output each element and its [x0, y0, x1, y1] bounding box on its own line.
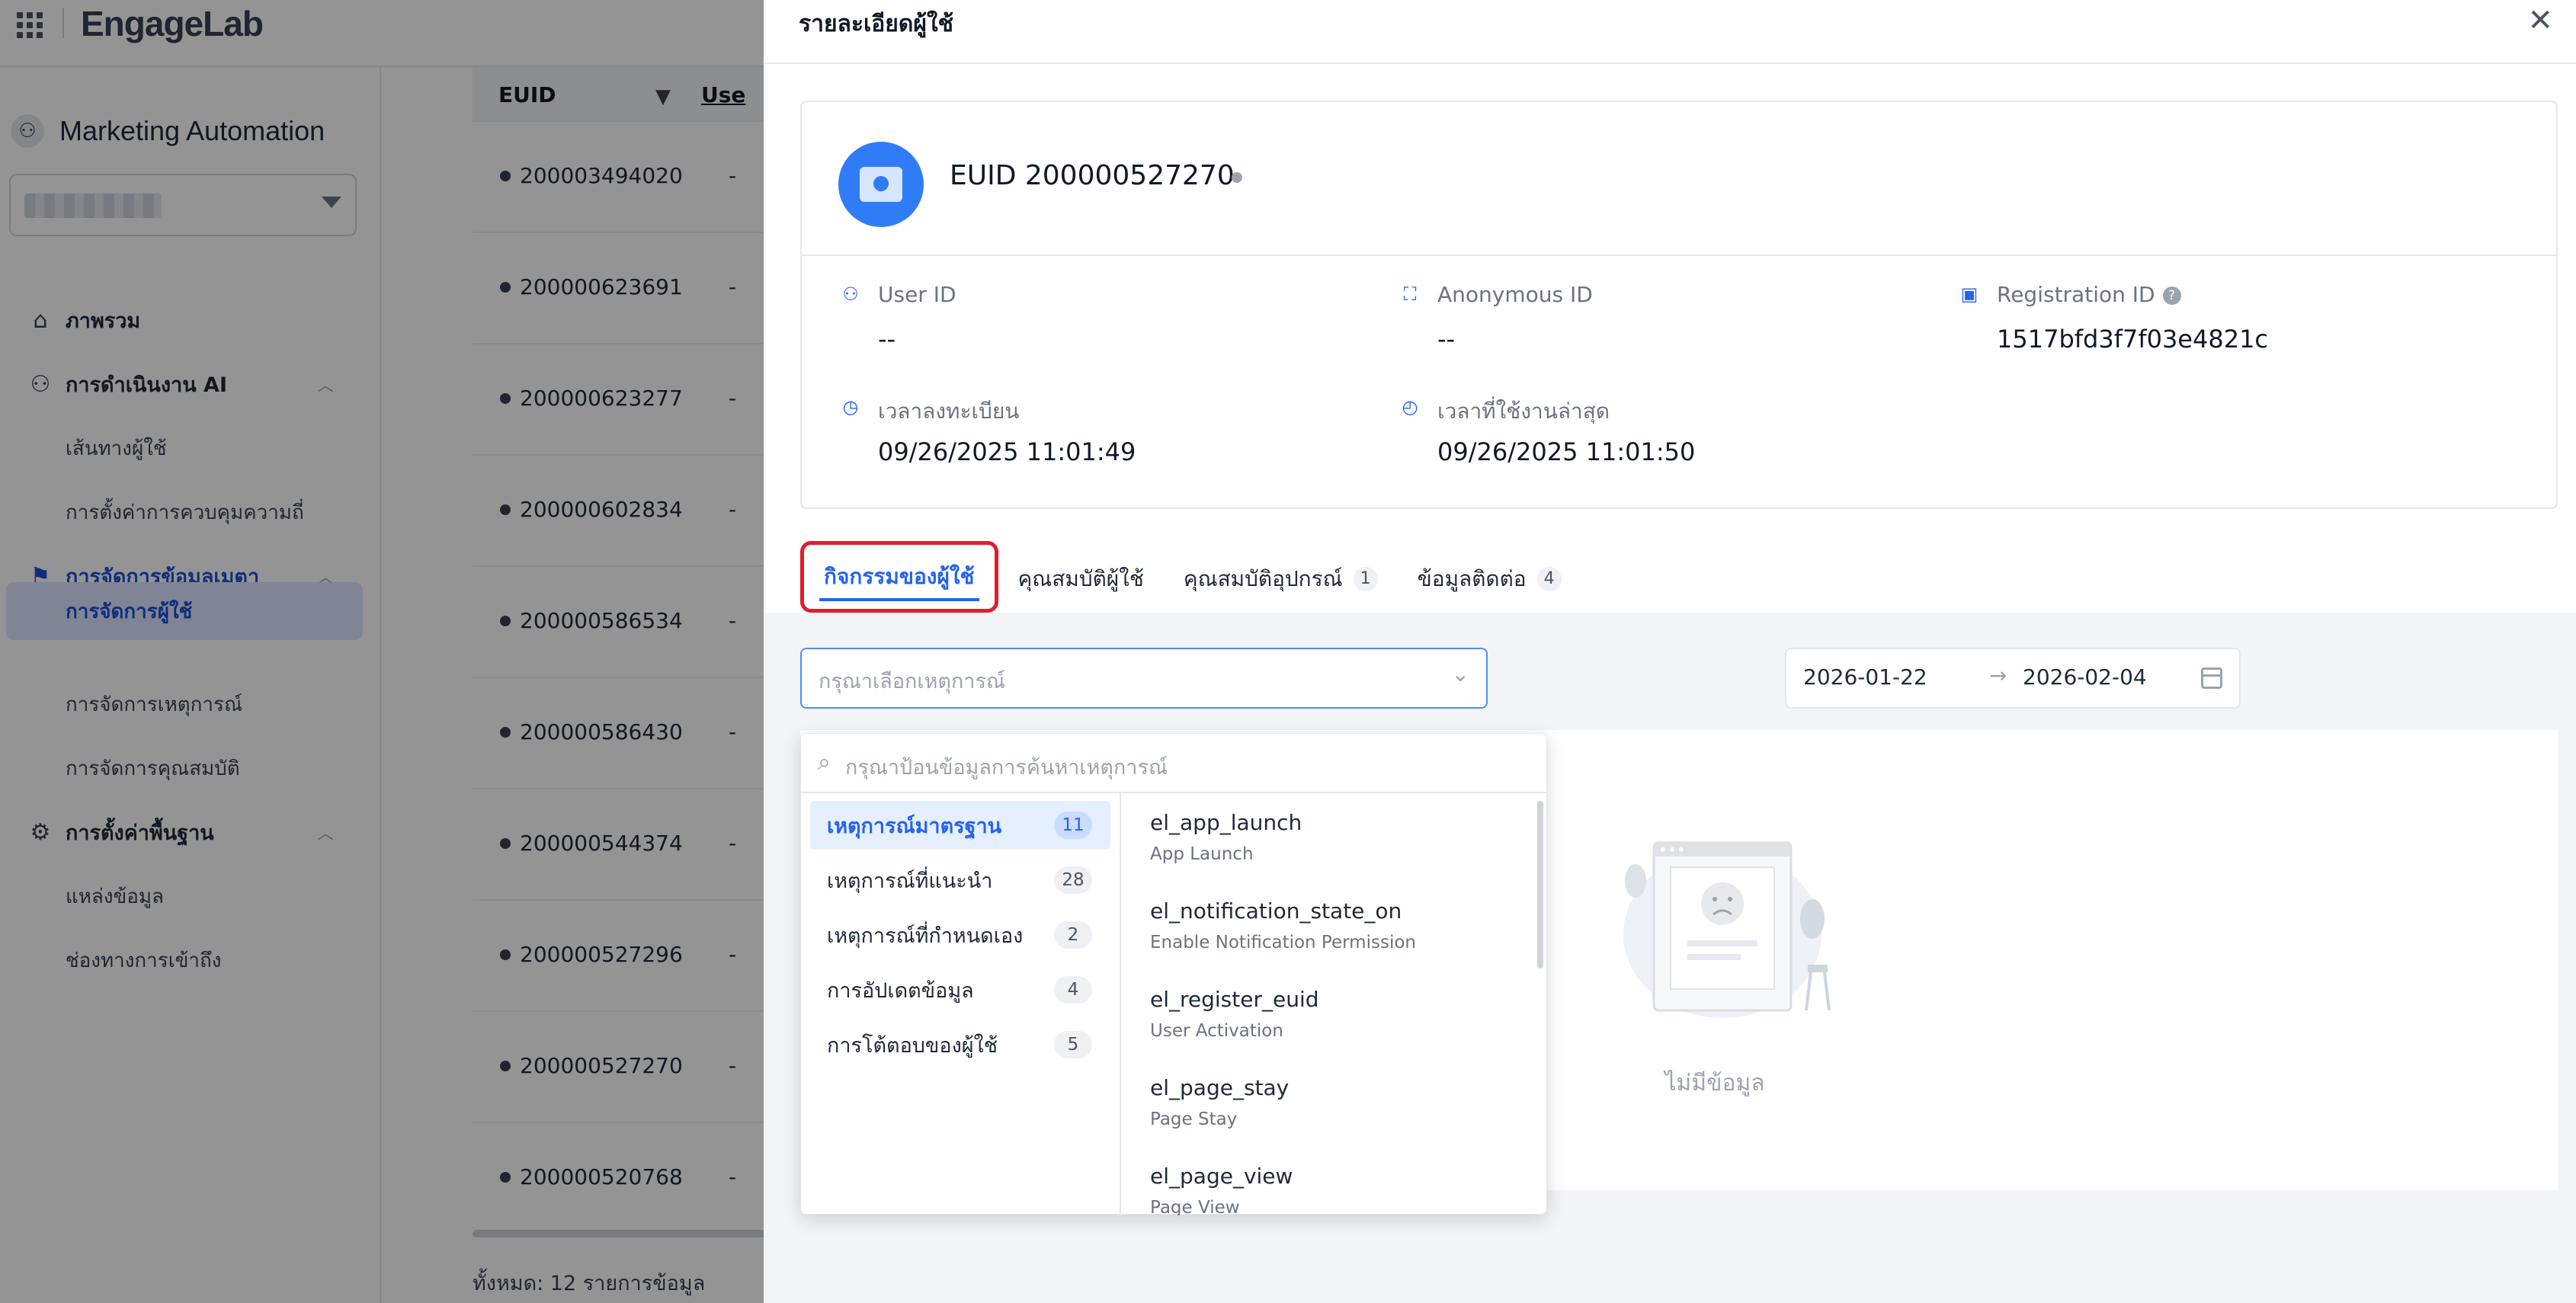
tab-label: ข้อมูลติดต่อ	[1417, 566, 1527, 591]
event-search-placeholder: กรุณาป้อนข้อมูลการค้นหาเหตุการณ์	[845, 756, 1168, 780]
user-folder-icon	[860, 167, 902, 202]
scrollbar[interactable]	[1537, 801, 1543, 968]
field-label: เวลาลงทะเบียน	[878, 399, 1020, 424]
field-label: เวลาที่ใช้งานล่าสุด	[1437, 399, 1610, 424]
empty-state-illustration	[1623, 841, 1831, 1018]
event-option[interactable]: el_app_launch App Launch	[1150, 810, 1302, 864]
euid-title: EUID 200000527270	[950, 160, 1235, 191]
event-description: User Activation	[1150, 1021, 1283, 1041]
date-range-picker[interactable]: 2026-01-22 → 2026-02-04	[1785, 648, 2241, 709]
field-value: --	[1437, 325, 1456, 354]
recent-clock-icon: ◴	[1402, 396, 1418, 418]
event-option[interactable]: el_register_euid User Activation	[1150, 987, 1319, 1041]
category-count: 2	[1054, 921, 1092, 949]
help-icon[interactable]: ?	[2162, 287, 2181, 305]
field-label: Anonymous ID	[1437, 282, 1593, 307]
category-count: 4	[1054, 976, 1092, 1004]
drawer-header: รายละเอียดผู้ใช้ ✕	[764, 0, 2576, 64]
category-count: 5	[1054, 1031, 1092, 1058]
clock-icon: ◷	[842, 396, 859, 418]
tab-count-badge: 1	[1353, 567, 1378, 591]
profile-header: EUID 200000527270	[802, 102, 2556, 256]
event-name: el_app_launch	[1150, 810, 1302, 835]
close-icon[interactable]: ✕	[2527, 3, 2553, 38]
status-dot	[1232, 172, 1242, 183]
event-description: Page View	[1150, 1198, 1240, 1215]
category-label: เหตุการณ์ที่แนะนำ	[827, 869, 993, 893]
tab-user-activity[interactable]: กิจกรรมของผู้ใช้	[800, 541, 998, 613]
event-category-standard[interactable]: เหตุการณ์มาตรฐาน 11	[810, 801, 1110, 850]
category-label: เหตุการณ์มาตรฐาน	[827, 814, 1002, 838]
event-option[interactable]: el_page_view Page View	[1150, 1164, 1293, 1215]
event-description: Enable Notification Permission	[1150, 933, 1416, 952]
field-value: 09/26/2025 11:01:49	[878, 437, 1136, 466]
avatar	[838, 142, 924, 227]
event-select-placeholder: กรุณาเลือกเหตุการณ์	[819, 670, 1006, 693]
empty-state-text: ไม่มีข้อมูล	[1664, 1070, 1765, 1097]
event-category-custom[interactable]: เหตุการณ์ที่กำหนดเอง 2	[810, 911, 1110, 959]
event-description: Page Stay	[1150, 1109, 1238, 1129]
user-icon: ⚇	[842, 283, 859, 305]
field-label-text: Registration ID	[1997, 282, 2155, 307]
field-value: 09/26/2025 11:01:50	[1437, 437, 1696, 466]
category-label: การโต้ตอบของผู้ใช้	[827, 1033, 998, 1058]
tab-label: คุณสมบัติผู้ใช้	[1017, 566, 1144, 591]
tab-label: คุณสมบัติอุปกรณ์	[1183, 566, 1343, 591]
tab-contact-info[interactable]: ข้อมูลติดต่อ 4	[1398, 546, 1581, 613]
event-name: el_notification_state_on	[1150, 898, 1402, 924]
chevron-down-icon: ⌄	[1451, 661, 1469, 687]
event-category-user-interaction[interactable]: การโต้ตอบของผู้ใช้ 5	[810, 1020, 1110, 1069]
device-icon: ▣	[1960, 283, 1978, 305]
category-label: เหตุการณ์ที่กำหนดเอง	[827, 924, 1024, 948]
category-count: 11	[1054, 812, 1092, 839]
tab-device-properties[interactable]: คุณสมบัติอุปกรณ์ 1	[1164, 546, 1398, 613]
date-end[interactable]: 2026-02-04	[2023, 664, 2147, 690]
date-start[interactable]: 2026-01-22	[1803, 664, 1927, 690]
event-category-list: เหตุการณ์มาตรฐาน 11 เหตุการณ์ที่แนะนำ 28 เ…	[801, 793, 1121, 1215]
event-search-input[interactable]: ⌕ กรุณาป้อนข้อมูลการค้นหาเหตุการณ์	[801, 734, 1546, 793]
drawer-top-section: EUID 200000527270 ⚇ User ID -- ⛶ Anonymo…	[764, 64, 2576, 613]
anonymous-icon: ⛶	[1403, 283, 1417, 305]
arrow-right-icon: →	[1989, 663, 2007, 688]
event-name: el_register_euid	[1150, 987, 1319, 1012]
tab-count-badge: 4	[1536, 567, 1562, 591]
tab-user-properties[interactable]: คุณสมบัติผู้ใช้	[998, 546, 1164, 613]
category-label: การอัปเดตข้อมูล	[827, 978, 974, 1003]
detail-tabs: กิจกรรมของผู้ใช้ คุณสมบัติผู้ใช้ คุณสมบั…	[800, 541, 1581, 613]
calendar-icon	[2201, 668, 2222, 689]
event-category-recommended[interactable]: เหตุการณ์ที่แนะนำ 28	[810, 856, 1110, 904]
search-icon: ⌕	[818, 749, 831, 776]
field-value: --	[878, 325, 896, 354]
event-description: App Launch	[1150, 844, 1254, 864]
drawer-title: รายละเอียดผู้ใช้	[799, 11, 953, 37]
event-option[interactable]: el_page_stay Page Stay	[1150, 1075, 1289, 1129]
event-select[interactable]: กรุณาเลือกเหตุการณ์ ⌄	[800, 648, 1488, 709]
field-label: Registration ID?	[1997, 282, 2181, 307]
field-label: User ID	[878, 282, 956, 307]
event-name: el_page_view	[1150, 1164, 1293, 1189]
event-name: el_page_stay	[1150, 1075, 1290, 1100]
profile-card: EUID 200000527270 ⚇ User ID -- ⛶ Anonymo…	[800, 101, 2558, 509]
category-count: 28	[1054, 866, 1092, 894]
tab-label: กิจกรรมของผู้ใช้	[824, 564, 975, 589]
field-value: 1517bfd3f7f03e4821c	[1997, 325, 2269, 354]
event-category-data-update[interactable]: การอัปเดตข้อมูล 4	[810, 965, 1110, 1014]
event-dropdown: ⌕ กรุณาป้อนข้อมูลการค้นหาเหตุการณ์ เหตุก…	[800, 733, 1547, 1215]
event-option[interactable]: el_notification_state_on Enable Notificat…	[1150, 898, 1416, 952]
modal-mask[interactable]	[0, 0, 764, 1303]
event-option-list: el_app_launch App Launch el_notification_…	[1123, 793, 1546, 1215]
